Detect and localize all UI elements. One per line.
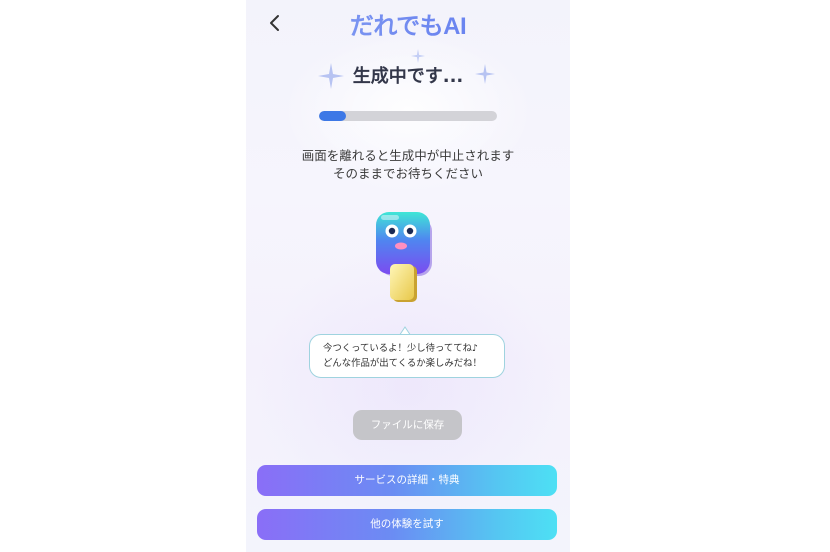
app-screen: だれでもAI 生成中です... 画面を離れると生成中が中止されます そのままでお… <box>246 0 570 552</box>
status-title: 生成中です... <box>352 66 464 87</box>
status-row: 生成中です... <box>246 49 570 90</box>
service-details-button[interactable]: サービスの詳細・特典 <box>257 465 557 496</box>
notice-line-2: そのままでお待ちください <box>332 166 483 181</box>
app-logo: だれでもAI <box>246 6 570 41</box>
speech-bubble: 今つくっているよ！少し待っててね♪ どんな作品が出てくるか楽しみだね！ <box>309 334 505 378</box>
bubble-line-1: 今つくっているよ！少し待っててね♪ <box>323 343 479 354</box>
notice-text: 画面を離れると生成中が中止されます そのままでお待ちください <box>246 147 570 183</box>
bubble-line-2: どんな作品が出てくるか楽しみだね！ <box>323 357 482 369</box>
popsicle-mascot-icon <box>376 212 432 302</box>
progress-bar <box>319 111 497 121</box>
try-other-button[interactable]: 他の体験を試す <box>257 509 557 540</box>
save-file-button[interactable]: ファイルに保存 <box>353 410 462 440</box>
progress-fill <box>319 111 346 121</box>
notice-line-1: 画面を離れると生成中が中止されます <box>301 148 515 163</box>
sparkle-icon <box>411 49 425 63</box>
